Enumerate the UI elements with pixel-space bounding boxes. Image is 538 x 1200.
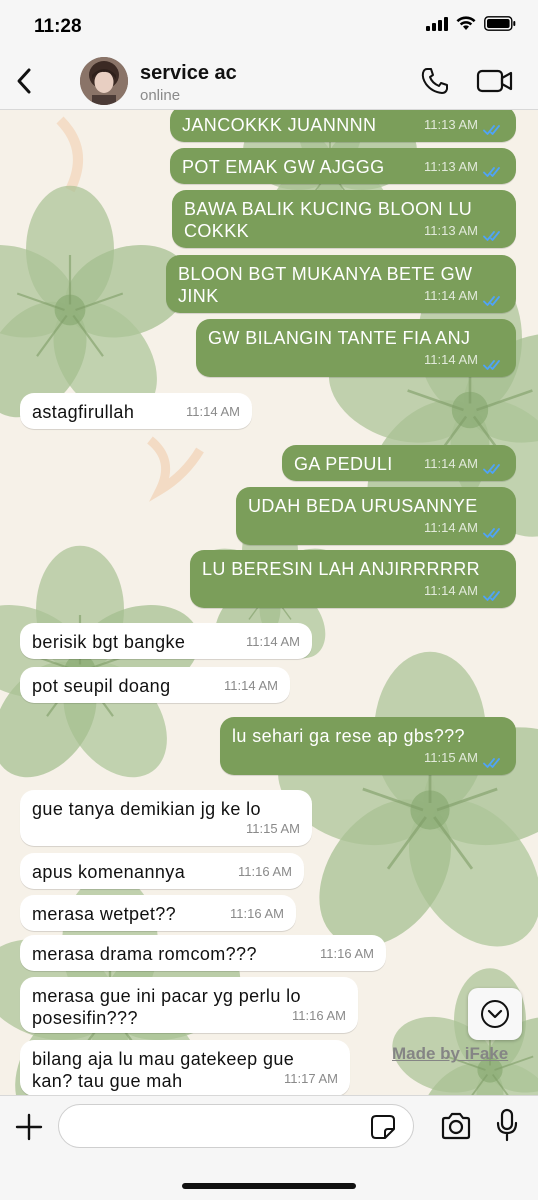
incoming-message[interactable]: berisik bgt bangke 11:14 AM — [20, 623, 312, 659]
chevron-down-icon — [481, 1000, 509, 1028]
outgoing-message[interactable]: POT EMAK GW AJGGG 11:13 AM — [170, 148, 516, 184]
message-time: 11:15 AM — [246, 821, 300, 836]
message-text: UDAH BEDA URUSANNYE — [248, 496, 478, 516]
message-time: 11:16 AM — [230, 906, 284, 921]
message-time: 11:14 AM — [424, 352, 478, 367]
read-receipt-icon — [483, 231, 500, 241]
camera-icon — [441, 1112, 471, 1140]
message-time: 11:14 AM — [224, 678, 278, 693]
chevron-left-icon — [17, 68, 31, 94]
chat-header: service ac online — [0, 52, 538, 110]
message-time: 11:14 AM — [186, 404, 240, 419]
message-time: 11:16 AM — [292, 1008, 346, 1023]
message-text: LU BERESIN LAH ANJIRRRRRR — [202, 559, 481, 579]
message-time: 11:14 AM — [246, 634, 300, 649]
plus-icon — [15, 1113, 43, 1141]
incoming-message[interactable]: merasa gue ini pacar yg perlu lo posesif… — [20, 977, 358, 1033]
signal-icon — [426, 16, 448, 31]
battery-icon — [484, 16, 516, 31]
status-time: 11:28 — [34, 16, 82, 37]
outgoing-message[interactable]: GA PEDULI 11:14 AM — [282, 445, 516, 481]
message-time: 11:13 AM — [424, 117, 478, 132]
read-receipt-icon — [483, 464, 500, 474]
outgoing-message[interactable]: lu sehari ga rese ap gbs??? 11:15 AM — [220, 717, 516, 775]
phone-icon — [421, 68, 448, 94]
watermark: Made by iFake — [392, 1044, 509, 1063]
incoming-message[interactable]: gue tanya demikian jg ke lo 11:15 AM — [20, 790, 312, 846]
outgoing-message[interactable]: UDAH BEDA URUSANNYE 11:14 AM — [236, 487, 516, 545]
avatar-image — [80, 57, 128, 105]
status-icons — [426, 16, 516, 31]
back-button[interactable] — [10, 64, 38, 98]
scroll-to-bottom-button[interactable] — [468, 988, 522, 1040]
camera-button[interactable] — [440, 1112, 472, 1140]
read-receipt-icon — [483, 360, 500, 370]
outgoing-message[interactable]: GW BILANGIN TANTE FIA ANJ 11:14 AM — [196, 319, 516, 377]
outgoing-message[interactable]: BLOON BGT MUKANYA BETE GW JINK 11:14 AM — [166, 255, 516, 313]
message-time: 11:14 AM — [424, 583, 478, 598]
sticker-icon — [371, 1115, 395, 1139]
message-time: 11:14 AM — [424, 520, 478, 535]
contact-status: online — [140, 87, 181, 104]
read-receipt-icon — [483, 528, 500, 538]
message-time: 11:13 AM — [424, 223, 478, 238]
message-text: gue tanya demikian jg ke lo — [32, 799, 261, 819]
read-receipt-icon — [483, 591, 500, 601]
wifi-icon — [456, 16, 476, 30]
message-time: 11:14 AM — [424, 288, 478, 303]
incoming-message[interactable]: merasa drama romcom??? 11:16 AM — [20, 935, 386, 971]
read-receipt-icon — [483, 296, 500, 306]
message-text: GW BILANGIN TANTE FIA ANJ — [208, 328, 471, 348]
incoming-message[interactable]: astagfirullah 11:14 AM — [20, 393, 252, 429]
status-bar: 11:28 — [0, 0, 538, 52]
incoming-message[interactable]: apus komenannya 11:16 AM — [20, 853, 304, 889]
home-indicator — [182, 1183, 356, 1189]
incoming-message[interactable]: pot seupil doang 11:14 AM — [20, 667, 290, 703]
microphone-button[interactable] — [496, 1108, 518, 1142]
video-call-button[interactable] — [476, 66, 514, 96]
message-time: 11:15 AM — [424, 750, 478, 765]
attach-button[interactable] — [14, 1112, 44, 1142]
outgoing-message[interactable]: JANCOKKK JUANNNN 11:13 AM — [170, 110, 516, 142]
read-receipt-icon — [483, 125, 500, 135]
sticker-button[interactable] — [370, 1114, 396, 1140]
video-camera-icon — [476, 69, 513, 93]
message-time: 11:17 AM — [284, 1071, 338, 1086]
contact-name[interactable]: service ac — [140, 62, 237, 85]
composer-bar — [0, 1095, 538, 1200]
message-text: lu sehari ga rese ap gbs??? — [232, 726, 465, 746]
read-receipt-icon — [483, 167, 500, 177]
message-time: 11:16 AM — [320, 946, 374, 961]
voice-call-button[interactable] — [420, 66, 450, 96]
avatar[interactable] — [80, 57, 128, 105]
message-input[interactable] — [58, 1104, 414, 1148]
microphone-icon — [496, 1108, 518, 1142]
chat-area[interactable]: JANCOKKK JUANNNN 11:13 AM POT EMAK GW AJGG… — [0, 110, 538, 1095]
outgoing-message[interactable]: BAWA BALIK KUCING BLOON LU COKKK 11:13 AM — [172, 190, 516, 248]
incoming-message[interactable]: bilang aja lu mau gatekeep gue kan? tau … — [20, 1040, 350, 1095]
message-time: 11:13 AM — [424, 159, 478, 174]
incoming-message[interactable]: merasa wetpet?? 11:16 AM — [20, 895, 296, 931]
read-receipt-icon — [483, 758, 500, 768]
outgoing-message[interactable]: LU BERESIN LAH ANJIRRRRRR 11:14 AM — [190, 550, 516, 608]
message-time: 11:14 AM — [424, 456, 478, 471]
message-time: 11:16 AM — [238, 864, 292, 879]
